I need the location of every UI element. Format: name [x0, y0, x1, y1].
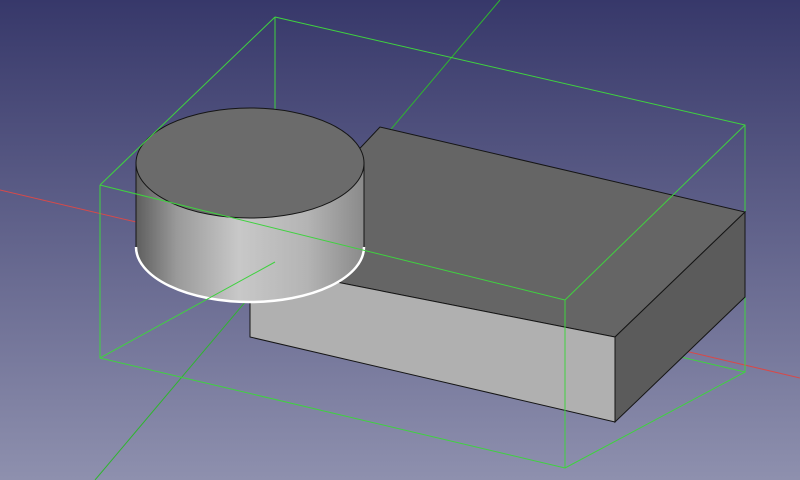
3d-viewport[interactable]	[0, 0, 800, 480]
cylinder-top-face[interactable]	[135, 107, 365, 219]
cylinder-solid[interactable]	[134, 107, 366, 304]
3d-scene[interactable]	[0, 0, 800, 480]
